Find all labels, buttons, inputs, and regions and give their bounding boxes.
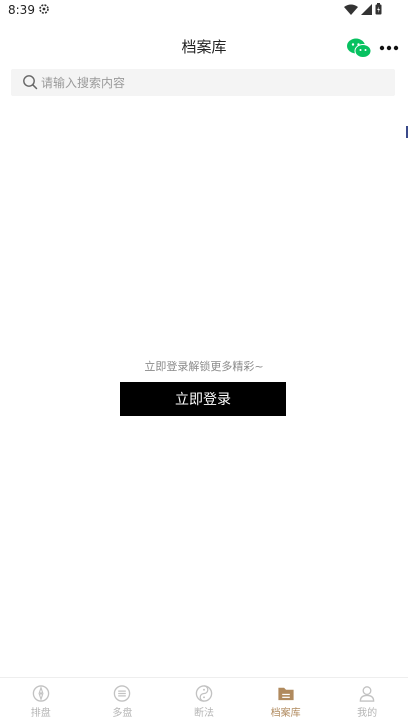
tab-bar: 排盘 多盘 断法 档案库 我的 bbox=[0, 677, 408, 719]
battery-icon bbox=[375, 3, 382, 15]
signal-icon bbox=[361, 3, 372, 15]
tab-label: 档案库 bbox=[270, 708, 301, 719]
search-icon bbox=[23, 75, 38, 90]
settings-gear-icon bbox=[39, 4, 49, 14]
search-box[interactable] bbox=[11, 69, 395, 96]
folder-icon bbox=[277, 687, 294, 701]
wifi-icon bbox=[344, 4, 358, 15]
tab-label: 我的 bbox=[357, 708, 378, 719]
tab-label: 断法 bbox=[193, 708, 214, 719]
tab-paipan[interactable]: 排盘 bbox=[0, 678, 82, 719]
tab-label: 多盘 bbox=[112, 708, 133, 719]
more-options-icon[interactable] bbox=[379, 45, 399, 51]
search-input[interactable] bbox=[41, 69, 381, 96]
header: 档案库 bbox=[0, 26, 408, 66]
compass-icon bbox=[32, 685, 50, 702]
tab-archive[interactable]: 档案库 bbox=[245, 678, 327, 719]
tab-label: 排盘 bbox=[30, 708, 51, 719]
wechat-icon[interactable] bbox=[346, 38, 372, 58]
user-icon bbox=[359, 686, 375, 702]
tab-mine[interactable]: 我的 bbox=[326, 678, 408, 719]
status-icons bbox=[344, 3, 382, 15]
tab-duanfa[interactable]: 断法 bbox=[163, 678, 245, 719]
login-hint: 立即登录解锁更多精彩~ bbox=[144, 360, 264, 373]
login-button[interactable]: 立即登录 bbox=[120, 382, 286, 416]
yinyang-icon bbox=[195, 685, 213, 702]
tab-duopan[interactable]: 多盘 bbox=[82, 678, 164, 719]
screen: 8:39 档案库 请输入搜索内容 立即登录解锁更多精彩~ 立即登录 排盘 多盘 … bbox=[0, 0, 408, 719]
status-time: 8:39 bbox=[8, 3, 35, 17]
status-bar: 8:39 bbox=[0, 0, 408, 22]
list-icon bbox=[114, 685, 131, 702]
